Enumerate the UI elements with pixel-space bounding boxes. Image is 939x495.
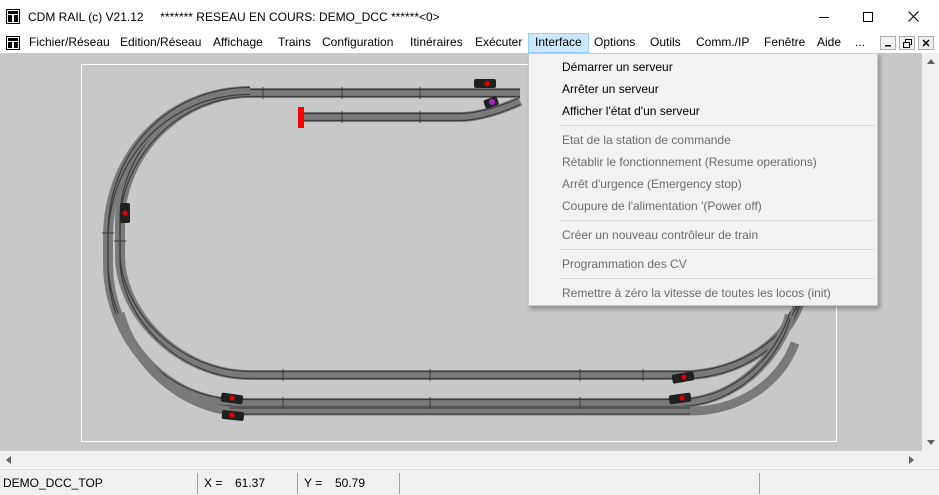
menu-interface[interactable]: Interface bbox=[528, 33, 589, 53]
menu-options[interactable]: Options bbox=[588, 33, 641, 53]
maximize-button[interactable] bbox=[845, 0, 891, 33]
menu-separator bbox=[559, 278, 875, 279]
menu-item-resume-operations[interactable]: Rétablir le fonctionnement (Resume opera… bbox=[531, 151, 875, 173]
system-menu-icon[interactable] bbox=[6, 36, 20, 50]
restore-icon bbox=[902, 38, 912, 48]
locomotive[interactable] bbox=[474, 79, 496, 88]
menu-configuration[interactable]: Configuration bbox=[316, 33, 399, 53]
minimize-icon bbox=[819, 16, 829, 18]
interface-menu-dropdown: Démarrer un serveur Arrêter un serveur A… bbox=[528, 53, 878, 306]
close-icon bbox=[907, 11, 919, 22]
status-y-coordinate: Y = 50.79 bbox=[300, 473, 400, 494]
scroll-up-icon bbox=[926, 59, 935, 64]
scroll-up-button[interactable] bbox=[922, 53, 939, 70]
app-icon bbox=[6, 9, 20, 24]
menu-outils[interactable]: Outils bbox=[644, 33, 687, 53]
horizontal-scrollbar[interactable] bbox=[0, 451, 922, 468]
y-value: 50.79 bbox=[335, 476, 366, 490]
menu-item-command-station-state[interactable]: Etat de la station de commande bbox=[531, 129, 875, 151]
menu-item-server-state[interactable]: Afficher l'état d'un serveur bbox=[531, 100, 875, 122]
menu-fenetre[interactable]: Fenêtre bbox=[758, 33, 811, 53]
menu-item-reset-loco-speed[interactable]: Remettre à zéro la vitesse de toutes les… bbox=[531, 282, 875, 304]
scroll-right-button[interactable] bbox=[903, 451, 920, 468]
menu-separator bbox=[559, 249, 875, 250]
menu-item-power-off[interactable]: Coupure de l'alimentation '(Power off) bbox=[531, 195, 875, 217]
menu-aide[interactable]: Aide bbox=[811, 33, 847, 53]
window-title: CDM RAIL (c) V21.12 ******* RESEAU EN CO… bbox=[28, 10, 440, 24]
menu-executer[interactable]: Exécuter bbox=[469, 33, 528, 53]
menu-bar: Fichier/Réseau Edition/Réseau Affichage … bbox=[0, 33, 939, 53]
close-icon bbox=[922, 39, 930, 47]
menu-more[interactable]: ... bbox=[849, 33, 871, 53]
menu-item-new-train-controller[interactable]: Créer un nouveau contrôleur de train bbox=[531, 224, 875, 246]
maximize-icon bbox=[863, 11, 873, 22]
locomotive[interactable] bbox=[120, 203, 130, 223]
menu-fichier-reseau[interactable]: Fichier/Réseau bbox=[23, 33, 116, 53]
status-panel-empty bbox=[402, 473, 760, 494]
scroll-left-icon bbox=[6, 455, 11, 464]
buffer-stop[interactable] bbox=[298, 107, 304, 128]
menu-separator bbox=[559, 125, 875, 126]
scroll-right-icon bbox=[909, 455, 914, 464]
status-panel-empty-2 bbox=[762, 473, 939, 494]
x-label: X = bbox=[204, 476, 223, 490]
vertical-scrollbar[interactable] bbox=[922, 53, 939, 451]
close-button[interactable] bbox=[890, 0, 936, 33]
menu-trains[interactable]: Trains bbox=[272, 33, 317, 53]
scroll-down-icon bbox=[926, 440, 935, 445]
menu-item-start-server[interactable]: Démarrer un serveur bbox=[531, 56, 875, 78]
menu-itineraires[interactable]: Itinéraires bbox=[404, 33, 469, 53]
status-layout-name: DEMO_DCC_TOP bbox=[0, 473, 198, 494]
y-label: Y = bbox=[304, 476, 323, 490]
minimize-icon bbox=[885, 45, 891, 47]
menu-item-cv-programming[interactable]: Programmation des CV bbox=[531, 253, 875, 275]
mdi-minimize-button[interactable] bbox=[880, 36, 896, 50]
minimize-button[interactable] bbox=[801, 0, 847, 33]
mdi-close-button[interactable] bbox=[918, 36, 934, 50]
menu-item-emergency-stop[interactable]: Arrêt d'urgence (Emergency stop) bbox=[531, 173, 875, 195]
menu-affichage[interactable]: Affichage bbox=[207, 33, 269, 53]
status-bar: DEMO_DCC_TOP X = 61.37 Y = 50.79 bbox=[0, 469, 939, 495]
menu-separator bbox=[559, 220, 875, 221]
menu-item-stop-server[interactable]: Arrêter un serveur bbox=[531, 78, 875, 100]
title-bar: CDM RAIL (c) V21.12 ******* RESEAU EN CO… bbox=[0, 0, 939, 33]
menu-edition-reseau[interactable]: Edition/Réseau bbox=[114, 33, 207, 53]
menu-comm-ip[interactable]: Comm./IP bbox=[690, 33, 755, 53]
status-x-coordinate: X = 61.37 bbox=[200, 473, 298, 494]
scroll-left-button[interactable] bbox=[0, 451, 17, 468]
x-value: 61.37 bbox=[235, 476, 266, 490]
mdi-restore-button[interactable] bbox=[899, 36, 915, 50]
layout-name-text: DEMO_DCC_TOP bbox=[3, 476, 103, 490]
scrollbar-corner bbox=[922, 451, 939, 468]
scroll-down-button[interactable] bbox=[922, 434, 939, 451]
